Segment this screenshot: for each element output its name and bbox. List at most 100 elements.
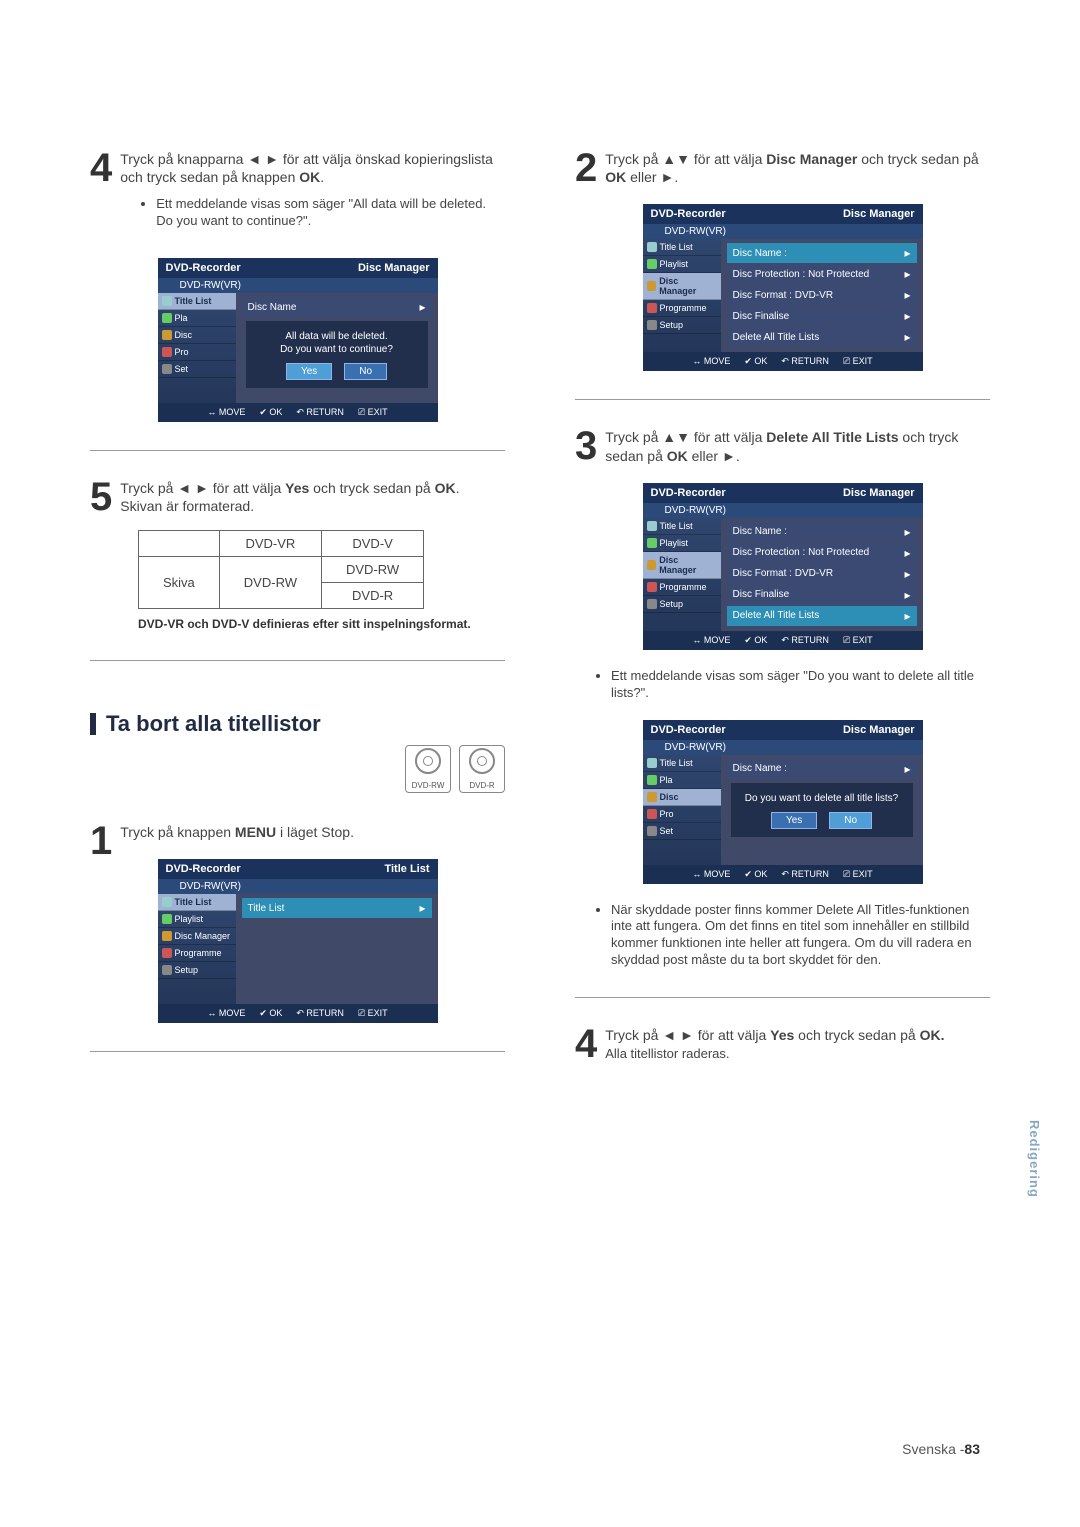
osd-row-label: Delete All Title Lists bbox=[733, 610, 820, 621]
divider bbox=[90, 450, 505, 451]
arrow-icon: ▸ bbox=[904, 525, 910, 539]
osd-row-label: Disc Finalise bbox=[733, 589, 790, 600]
text: . bbox=[320, 169, 324, 185]
side-item: Pla bbox=[660, 775, 673, 785]
text-bold: MENU bbox=[235, 824, 276, 840]
osd-screenshot-delete-confirm: DVD-RecorderDisc Manager DVD-RW(VR) Titl… bbox=[158, 258, 438, 422]
osd-footer: ↔ MOVE ✔ OK ↶ RETURN ⎚ EXIT bbox=[158, 1004, 438, 1023]
text-bold: OK bbox=[435, 480, 456, 496]
text: Tryck på ◄ ► för att välja bbox=[120, 480, 285, 496]
text: Tryck på ▲▼ för att välja bbox=[605, 151, 766, 167]
osd-title-right: Disc Manager bbox=[358, 262, 430, 274]
side-item: Programme bbox=[660, 303, 707, 313]
arrow-icon: ▸ bbox=[904, 246, 910, 260]
side-item: Setup bbox=[660, 599, 684, 609]
section-heading: Ta bort alla titellistor bbox=[90, 711, 505, 737]
step-text: Tryck på ▲▼ för att välja Delete All Tit… bbox=[605, 428, 990, 464]
side-tab: Redigering bbox=[1027, 1120, 1042, 1198]
osd-sidebar: Title List Playlist Disc Manager Program… bbox=[643, 518, 721, 631]
step-number: 5 bbox=[90, 479, 112, 515]
hint: ↶ RETURN bbox=[296, 1008, 344, 1019]
text: Tryck på ▲▼ för att välja bbox=[605, 429, 766, 445]
text: eller ►. bbox=[688, 448, 740, 464]
hint: ↔ MOVE bbox=[207, 1008, 245, 1019]
cell: DVD-VR bbox=[219, 530, 321, 556]
dialog-yes-button[interactable]: Yes bbox=[286, 363, 332, 380]
hint: ⎚ EXIT bbox=[358, 407, 388, 418]
hint: ✔ OK bbox=[259, 407, 282, 418]
step-text: Tryck på knapparna ◄ ► för att välja öns… bbox=[120, 150, 505, 240]
text-bold: OK bbox=[667, 448, 688, 464]
divider bbox=[90, 660, 505, 661]
hint: ✔ OK bbox=[259, 1008, 282, 1019]
step-3: 3 Tryck på ▲▼ för att välja Delete All T… bbox=[575, 428, 990, 464]
osd-row-label: Disc Format : DVD-VR bbox=[733, 568, 834, 579]
hint: ↔ MOVE bbox=[207, 407, 245, 418]
hint: ↔ MOVE bbox=[692, 356, 730, 367]
osd-footer: ↔ MOVE ✔ OK ↶ RETURN ⎚ EXIT bbox=[158, 403, 438, 422]
osd-title-right: Title List bbox=[384, 863, 429, 875]
text: och tryck sedan på bbox=[857, 151, 978, 167]
badge-dvd-r: DVD-R bbox=[459, 745, 505, 793]
side-item: Title List bbox=[660, 242, 693, 252]
osd-title: DVD-Recorder bbox=[651, 487, 726, 499]
osd-subtitle: DVD-RW(VR) bbox=[158, 278, 438, 293]
osd-sidebar: Title List Pla Disc Pro Set bbox=[158, 293, 236, 403]
arrow-icon: ▸ bbox=[904, 762, 910, 776]
side-item: Disc Manager bbox=[175, 931, 231, 941]
dialog-no-button[interactable]: No bbox=[344, 363, 387, 380]
step-5: 5 Tryck på ◄ ► för att välja Yes och try… bbox=[90, 479, 505, 515]
dialog-yes-button[interactable]: Yes bbox=[771, 812, 817, 829]
osd-dialog: Do you want to delete all title lists? Y… bbox=[731, 783, 913, 837]
step-text: Tryck på knappen MENU i läget Stop. bbox=[120, 823, 505, 841]
step-1: 1 Tryck på knappen MENU i läget Stop. bbox=[90, 823, 505, 841]
osd-row-label: Disc Name : bbox=[733, 763, 787, 774]
text: och tryck sedan på bbox=[309, 480, 434, 496]
format-table: DVD-VR DVD-V Skiva DVD-RW DVD-RW DVD-R bbox=[138, 530, 424, 609]
arrow-icon: ▸ bbox=[904, 309, 910, 323]
side-item: Title List bbox=[660, 758, 693, 768]
arrow-icon: ▸ bbox=[904, 567, 910, 581]
disc-icon bbox=[469, 748, 495, 774]
side-item: Playlist bbox=[660, 259, 689, 269]
side-item: Set bbox=[175, 364, 189, 374]
hint: ↶ RETURN bbox=[781, 869, 829, 880]
hint: ↔ MOVE bbox=[692, 635, 730, 646]
side-item: Disc Manager bbox=[659, 555, 716, 575]
cell: DVD-V bbox=[322, 530, 424, 556]
osd-row-label: Disc Name : bbox=[733, 248, 787, 259]
osd-footer: ↔ MOVE ✔ OK ↶ RETURN ⎚ EXIT bbox=[643, 631, 923, 650]
hint: ⎚ EXIT bbox=[843, 869, 873, 880]
side-item: Pro bbox=[175, 347, 189, 357]
osd-sidebar: Title List Playlist Disc Manager Program… bbox=[643, 239, 721, 352]
osd-subtitle: DVD-RW(VR) bbox=[643, 503, 923, 518]
osd-row-label: Disc Name : bbox=[733, 526, 787, 537]
dialog-no-button[interactable]: No bbox=[829, 812, 872, 829]
osd-screenshot-delete-confirm-dialog: DVD-RecorderDisc Manager DVD-RW(VR) Titl… bbox=[643, 720, 923, 884]
dialog-line: Do you want to continue? bbox=[252, 344, 422, 355]
heading-bar-icon bbox=[90, 713, 96, 735]
hint: ✔ OK bbox=[744, 635, 767, 646]
badge-label: DVD-R bbox=[469, 781, 494, 790]
hint: ↶ RETURN bbox=[781, 356, 829, 367]
side-item: Title List bbox=[175, 897, 212, 907]
step-number: 1 bbox=[90, 823, 112, 859]
arrow-icon: ▸ bbox=[904, 288, 910, 302]
side-item: Disc bbox=[175, 330, 193, 340]
disc-icon bbox=[415, 748, 441, 774]
step-number: 2 bbox=[575, 150, 597, 186]
side-item: Playlist bbox=[175, 914, 204, 924]
osd-title: DVD-Recorder bbox=[651, 724, 726, 736]
hint: ↔ MOVE bbox=[692, 869, 730, 880]
text-bold: Yes bbox=[770, 1027, 794, 1043]
arrow-icon: ▸ bbox=[904, 588, 910, 602]
footer-page: 83 bbox=[964, 1441, 980, 1457]
hint: ✔ OK bbox=[744, 356, 767, 367]
page-footer: Svenska -83 bbox=[902, 1441, 980, 1457]
side-item: Programme bbox=[175, 948, 222, 958]
osd-row-label: Disc Protection : Not Protected bbox=[733, 547, 870, 558]
side-item: Set bbox=[660, 826, 674, 836]
step-text: Tryck på ◄ ► för att välja Yes och tryck… bbox=[120, 479, 505, 515]
table-note: DVD-VR och DVD-V definieras efter sitt i… bbox=[138, 617, 505, 633]
side-item: Setup bbox=[660, 320, 684, 330]
